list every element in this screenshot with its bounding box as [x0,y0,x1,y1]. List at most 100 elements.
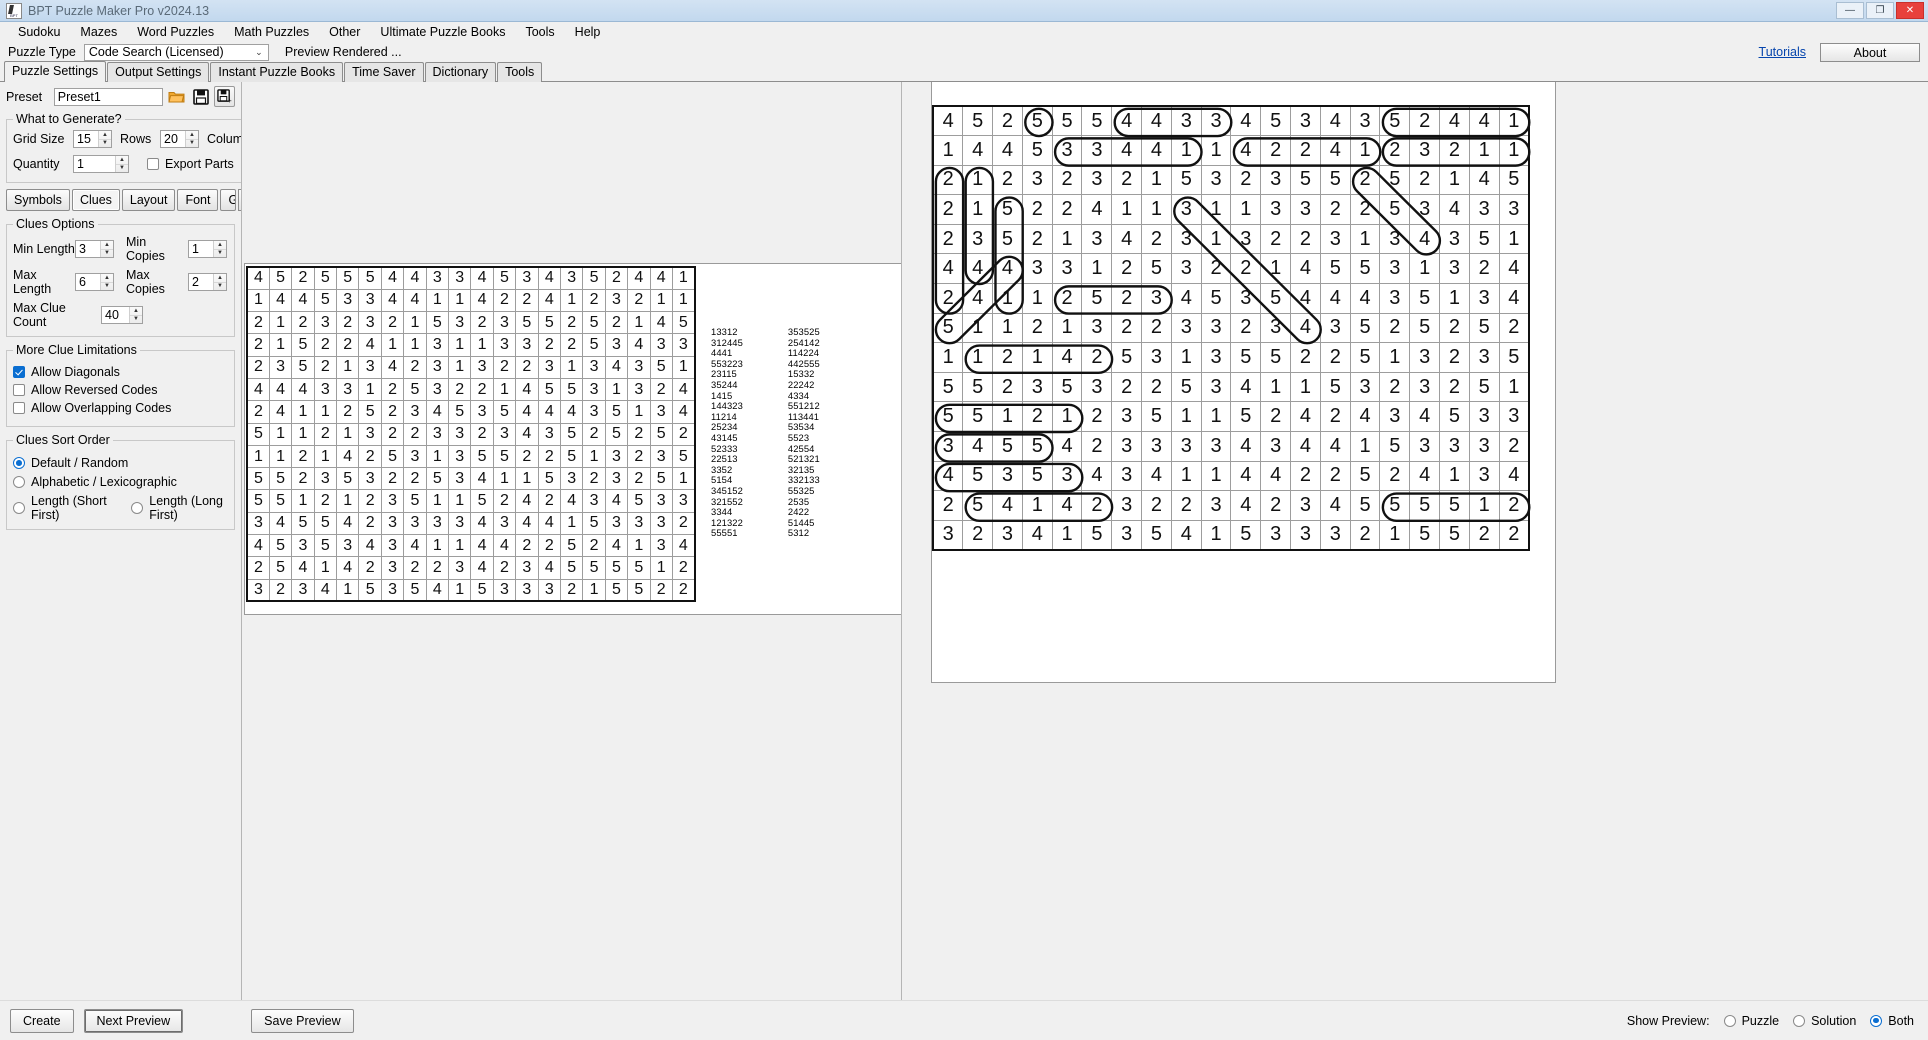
grid-cell[interactable]: 1 [425,534,450,558]
grid-cell[interactable]: 2 [1141,371,1172,403]
grid-cell[interactable]: 2 [627,422,651,446]
grid-cell[interactable]: 5 [425,311,450,335]
grid-cell[interactable]: 3 [1409,342,1441,373]
grid-cell[interactable]: 5 [992,194,1023,225]
grid-cell[interactable]: 5 [649,355,673,379]
grid-cell[interactable]: 5 [1498,342,1530,373]
grid-cell[interactable]: 5 [559,556,584,580]
grid-cell[interactable]: 3 [1260,312,1292,344]
grid-cell[interactable]: 2 [515,534,539,558]
grid-cell[interactable]: 4 [537,511,561,536]
grid-cell[interactable]: 4 [268,288,293,313]
grid-cell[interactable]: 4 [1230,460,1262,492]
grid-cell[interactable]: 4 [627,266,651,290]
grid-cell[interactable]: 3 [358,355,382,379]
grid-cell[interactable]: 5 [1260,105,1292,137]
grid-cell[interactable]: 3 [627,355,651,379]
grid-cell[interactable]: 3 [1081,312,1113,344]
grid-cell[interactable]: 4 [470,511,494,536]
menu-ultimate-puzzle-books[interactable]: Ultimate Puzzle Books [370,23,515,41]
grid-cell[interactable]: 5 [492,266,517,290]
grid-cell[interactable]: 5 [1349,312,1381,344]
grid-cell[interactable]: 2 [246,355,270,379]
grid-cell[interactable]: 3 [1319,312,1351,344]
grid-cell[interactable]: 3 [1409,371,1441,403]
grid-cell[interactable]: 2 [313,333,338,357]
grid-cell[interactable]: 1 [448,489,472,513]
grid-cell[interactable]: 5 [1081,283,1113,314]
grid-cell[interactable]: 3 [380,489,405,513]
grid-cell[interactable]: 2 [932,490,964,521]
grid-cell[interactable]: 4 [515,377,539,402]
grid-cell[interactable]: 5 [1021,105,1053,137]
grid-cell[interactable]: 1 [403,311,427,335]
grid-cell[interactable]: 3 [582,355,606,379]
grid-cell[interactable]: 2 [470,422,494,446]
allow-overlapping-codes-checkbox[interactable]: Allow Overlapping Codes [13,401,228,415]
grid-cell[interactable]: 1 [1439,283,1470,314]
grid-cell[interactable]: 4 [627,333,651,357]
grid-cell[interactable]: 5 [1379,431,1411,462]
grid-cell[interactable]: 2 [649,377,673,402]
grid-cell[interactable]: 2 [246,311,270,335]
grid-cell[interactable]: 1 [1051,401,1083,433]
min-length-stepper[interactable]: 3 ▲ ▼ [75,240,114,258]
grid-cell[interactable]: 3 [1439,253,1470,285]
grid-cell[interactable]: 1 [268,422,293,446]
grid-cell[interactable]: 2 [246,556,270,580]
grid-cell[interactable]: 5 [1200,283,1232,314]
grid-cell[interactable]: 5 [313,511,338,536]
grid-cell[interactable]: 5 [313,266,338,290]
grid-cell[interactable]: 3 [1081,164,1113,196]
grid-cell[interactable]: 5 [1319,164,1351,196]
puzzle-grid[interactable]: 4525554433453435244114453344114224123211… [246,266,696,603]
columns-stepper[interactable]: 20 ▲ ▼ [160,130,199,148]
grid-cell[interactable]: 1 [313,556,338,580]
grid-cell[interactable]: 3 [425,333,450,357]
grid-cell[interactable]: 5 [559,534,584,558]
grid-cell[interactable]: 5 [604,422,629,446]
grid-cell[interactable]: 1 [1021,283,1053,314]
grid-cell[interactable]: 1 [425,489,450,513]
grid-cell[interactable]: 2 [1498,490,1530,521]
grid-cell[interactable]: 4 [470,467,494,491]
grid-cell[interactable]: 2 [403,467,427,491]
grid-cell[interactable]: 3 [425,422,450,446]
grid-cell[interactable]: 2 [358,489,382,513]
sort-alphabetic-radio[interactable]: Alphabetic / Lexicographic [13,475,228,489]
floppy-save-as-icon[interactable]: + [214,86,235,107]
grid-cell[interactable]: 2 [537,489,561,513]
grid-cell[interactable]: 1 [671,355,696,379]
grid-cell[interactable]: 4 [358,333,382,357]
radio-ring[interactable] [131,502,144,514]
max-copies-stepper[interactable]: 2 ▲ ▼ [188,273,227,291]
grid-cell[interactable]: 4 [1498,253,1530,285]
grid-cell[interactable]: 1 [1200,135,1232,166]
grid-cell[interactable]: 1 [246,288,270,313]
grid-cell[interactable]: 3 [448,311,472,335]
grid-cell[interactable]: 4 [559,489,584,513]
grid-cell[interactable]: 4 [1051,431,1083,462]
grid-cell[interactable]: 4 [291,377,315,402]
grid-cell[interactable]: 3 [1319,519,1351,551]
grid-cell[interactable]: 3 [336,534,360,558]
grid-cell[interactable]: 2 [1439,371,1470,403]
grid-cell[interactable]: 3 [313,377,338,402]
grid-cell[interactable]: 3 [582,400,606,424]
grid-cell[interactable]: 5 [627,489,651,513]
grid-cell[interactable]: 3 [1260,164,1292,196]
grid-cell[interactable]: 1 [649,556,673,580]
grid-cell[interactable]: 4 [1409,460,1441,492]
grid-cell[interactable]: 2 [313,355,338,379]
grid-cell[interactable]: 4 [515,511,539,536]
grid-cell[interactable]: 2 [1319,460,1351,492]
grid-cell[interactable]: 2 [1141,490,1172,521]
grid-cell[interactable]: 2 [291,311,315,335]
grid-cell[interactable]: 3 [1349,371,1381,403]
grid-cell[interactable]: 4 [932,105,964,137]
grid-cell[interactable]: 5 [932,371,964,403]
grid-cell[interactable]: 3 [604,288,629,313]
grid-cell[interactable]: 3 [515,556,539,580]
grid-cell[interactable]: 1 [1498,371,1530,403]
spin-down-icon[interactable]: ▼ [214,283,226,291]
